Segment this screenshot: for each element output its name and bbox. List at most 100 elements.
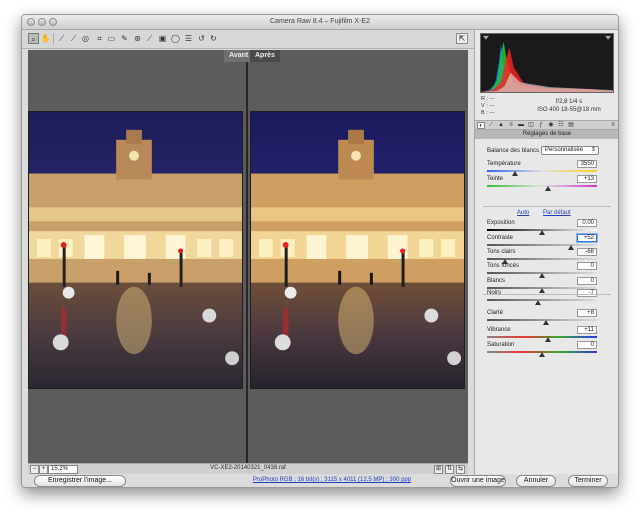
slider-track-temperature[interactable] [487,170,597,172]
file-name: VC-XE2-20140321_0438.raf [210,465,286,471]
open-image-button[interactable]: Ouvrir une image [450,475,506,487]
slider-value-blancs[interactable]: 0 [577,277,597,285]
camera-raw-window: Camera Raw 8.4 – Fujifilm X-E2 ⌕ ✋ ⟋ ⟋ ◎… [21,14,619,488]
rgb-readout: R : --- V : --- B : --- [481,96,495,117]
slider-label-vibrance: Vibrance [487,327,511,333]
radial-filter-tool-icon[interactable]: ◯ [170,33,181,44]
slider-track-contraste[interactable] [487,244,597,246]
tab-detail-icon[interactable]: ▲ [497,122,505,129]
slider-label-clarte: Clarté [487,310,504,316]
color-sampler-tool-icon[interactable]: ⟋ [68,33,79,44]
chevron-updown-icon: ⇕ [590,147,596,153]
default-link[interactable]: Par défaut [543,210,571,216]
white-balance-tool-icon[interactable]: ⟋ [56,33,67,44]
slider-thumb-contraste[interactable] [567,245,574,250]
straighten-tool-icon[interactable]: ▭ [106,33,117,44]
slider-label-noirs: Noirs [487,290,502,296]
tab-tone-curve-icon[interactable]: ⟋ [487,122,495,129]
title-bar: Camera Raw 8.4 – Fujifilm X-E2 [22,15,618,30]
slider-thumb-blancs[interactable] [539,288,545,293]
toggle-before-after-icon[interactable]: ⇆ [456,465,465,474]
save-image-button[interactable]: Enregistrer l'image... [34,475,126,487]
slider-thumb-saturation[interactable] [539,352,545,357]
targeted-adjustment-tool-icon[interactable]: ◎ [80,33,91,44]
panel-title: Réglages de base [475,130,618,139]
slider-label-tons-fonces: Tons foncés [487,263,520,269]
slider-thumb-clarte[interactable] [543,320,550,325]
slider-label-saturation: Saturation [487,342,515,348]
rotate-left-icon[interactable]: ↺ [196,33,207,44]
slider-track-teinte[interactable] [487,185,597,187]
rotate-right-icon[interactable]: ↻ [208,33,219,44]
image-preview[interactable]: Avant Après [28,50,468,463]
auto-link[interactable]: Auto [517,210,529,216]
aperture-shutter: f/2,8 1/4 s [555,99,583,105]
slider-value-saturation[interactable]: 0 [577,341,597,349]
crop-tool-icon[interactable]: ⌗ [94,33,105,44]
tab-split-toning-icon[interactable]: ▬ [517,122,525,129]
bottom-bar: Enregistrer l'image... ProPhoto RGB ; 16… [22,474,618,487]
slider-value-contraste[interactable]: +52 [577,234,597,242]
red-readout: R : --- [481,96,496,102]
slider-value-noirs[interactable]: -7 [577,289,597,297]
slider-value-exposition[interactable]: 0,00 [577,219,597,227]
tab-effects-icon[interactable]: ƒ [537,122,545,129]
camera-info: f/2,8 1/4 s ISO 400 18-55@18 mm [525,98,613,114]
after-label: Après [250,50,280,62]
hand-tool-icon[interactable]: ✋ [40,33,51,44]
slider-thumb-noirs[interactable] [535,300,542,305]
photo-before [28,111,243,389]
white-balance-select[interactable]: Personnalisée ⇕ [541,146,599,155]
slider-track-noirs[interactable] [487,299,597,301]
section-divider [483,206,611,207]
slider-label-teinte: Teinte [487,176,504,182]
tab-lens-icon[interactable]: ◫ [527,122,535,129]
status-bar: − + 15,2% VC-XE2-20140321_0438.raf ⊞ ⇅ ⇆ [28,463,468,474]
slider-label-tons-clairs: Tons clairs [487,249,516,255]
slider-label-exposition: Exposition [487,220,515,226]
done-button[interactable]: Terminer [568,475,608,487]
slider-thumb-exposition[interactable] [539,230,545,235]
white-balance-label: Balance des blancs : [487,148,543,154]
slider-track-vibrance[interactable] [487,336,597,338]
slider-thumb-vibrance[interactable] [545,337,552,342]
workflow-options-link[interactable]: ProPhoto RGB ; 16 bit(s) ; 3115 x 4011 (… [222,477,442,483]
slider-value-teinte[interactable]: +13 [577,175,597,183]
tab-presets-icon[interactable]: ☷ [557,122,565,129]
toolbar: ⌕ ✋ ⟋ ⟋ ◎ ⌗ ▭ ✎ ⊛ ⟋ ▣ ◯ ☰ ↺ ↻ ⇱ [22,30,474,49]
preferences-icon[interactable]: ☰ [183,33,194,44]
window-title: Camera Raw 8.4 – Fujifilm X-E2 [270,18,370,25]
blue-readout: B : --- [481,110,495,116]
panel-menu-icon[interactable]: ≡ [609,122,617,129]
fullscreen-icon[interactable]: ⇱ [456,33,468,44]
swap-settings-icon[interactable]: ⇅ [445,465,454,474]
slider-label-blancs: Blancs [487,278,506,284]
white-balance-value: Personnalisée [545,147,584,153]
slider-value-clarte[interactable]: +8 [577,309,597,317]
before-after-divider [246,62,248,463]
panel-tabs: ◐ ⟋ ▲ ≡ ▬ ◫ ƒ ◉ ☷ ▤ ≡ [475,120,618,130]
slider-thumb-temperature[interactable] [511,171,518,176]
adjustment-brush-tool-icon[interactable]: ⟋ [144,33,155,44]
graduated-filter-tool-icon[interactable]: ▣ [157,33,168,44]
slider-value-temperature[interactable]: 3550 [577,160,597,168]
view-mode-icon[interactable]: ⊞ [434,465,443,474]
tab-snapshots-icon[interactable]: ▤ [567,122,575,129]
slider-thumb-teinte[interactable] [544,186,551,191]
histogram [480,33,614,93]
slider-label-temperature: Température [487,161,521,167]
cancel-button[interactable]: Annuler [516,475,556,487]
tab-hsl-icon[interactable]: ≡ [507,122,515,129]
slider-track-clarte[interactable] [487,319,597,321]
green-readout: V : --- [481,103,495,109]
slider-value-tons-fonces[interactable]: 0 [577,262,597,270]
slider-value-tons-clairs[interactable]: -68 [577,248,597,256]
tab-camera-calibration-icon[interactable]: ◉ [547,122,555,129]
zoom-tool-icon[interactable]: ⌕ [28,33,39,44]
spot-removal-tool-icon[interactable]: ✎ [119,33,130,44]
right-panel: R : --- V : --- B : --- f/2,8 1/4 s ISO … [474,30,618,474]
slider-thumb-tons-fonces[interactable] [539,273,545,278]
slider-value-vibrance[interactable]: +11 [577,326,597,334]
red-eye-tool-icon[interactable]: ⊛ [132,33,143,44]
tab-basic-icon[interactable]: ◐ [477,122,485,129]
